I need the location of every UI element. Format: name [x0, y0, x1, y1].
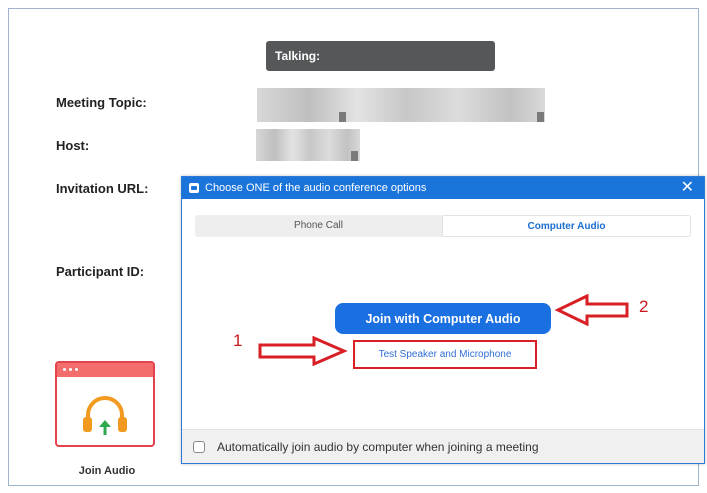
dialog-titlebar: Choose ONE of the audio conference optio… [182, 177, 704, 199]
dialog-title: Choose ONE of the audio conference optio… [205, 182, 427, 194]
talking-indicator: Talking: [266, 41, 495, 71]
join-computer-audio-button[interactable]: Join with Computer Audio [335, 303, 551, 334]
join-audio-button[interactable] [55, 361, 155, 447]
annotation-step-1: 1 [233, 331, 243, 350]
close-icon[interactable]: ✕ [681, 178, 694, 198]
annotation-arrow-right-icon [258, 336, 348, 366]
dialog-footer: Automatically join audio by computer whe… [182, 429, 704, 463]
participant-id-label: Participant ID: [56, 264, 145, 279]
tab-phone-call[interactable]: Phone Call [195, 215, 442, 237]
test-speaker-microphone-link[interactable]: Test Speaker and Microphone [353, 340, 537, 369]
meeting-topic-value-redacted [257, 88, 545, 122]
join-audio-label: Join Audio [78, 465, 136, 477]
auto-join-label: Automatically join audio by computer whe… [217, 439, 539, 454]
host-label: Host: [56, 138, 90, 153]
app-logo-icon [189, 183, 199, 193]
talking-label: Talking: [275, 49, 321, 63]
tile-header [57, 363, 153, 377]
host-value-redacted [256, 129, 360, 161]
meeting-topic-label: Meeting Topic: [56, 95, 147, 110]
auto-join-checkbox[interactable] [193, 440, 205, 453]
headphones-icon [83, 396, 127, 435]
annotation-arrow-left-icon [555, 294, 629, 326]
audio-tabs: Phone Call Computer Audio [195, 215, 691, 237]
invitation-url-label: Invitation URL: [56, 181, 149, 196]
tab-computer-audio[interactable]: Computer Audio [442, 215, 691, 237]
annotation-step-2: 2 [639, 297, 649, 316]
